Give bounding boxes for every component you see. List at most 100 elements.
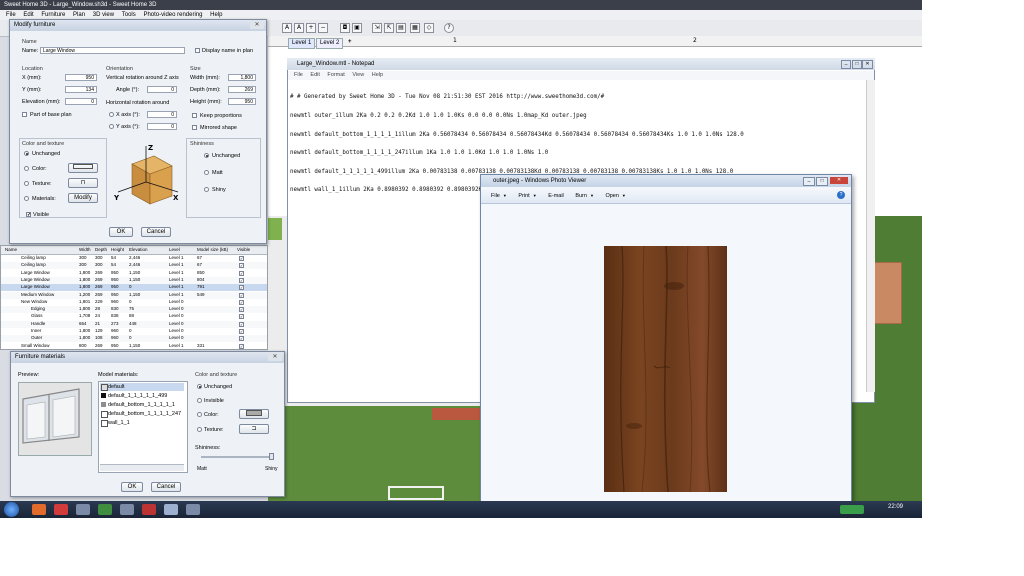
color-radio[interactable] [197,412,202,417]
pv-menu-open[interactable]: Open [605,193,618,199]
orientation-preview[interactable]: Z X Y [110,142,182,214]
width-input[interactable]: 1,800 [228,74,256,81]
notepad-menu-file[interactable]: File [294,72,303,78]
menu-tools[interactable]: Tools [122,12,136,18]
3d-navigation-control[interactable] [268,218,282,240]
visible-checkbox[interactable]: ✓ [239,270,244,276]
firefox-icon[interactable] [32,504,46,515]
zoom-out-icon[interactable]: − [318,23,328,33]
app-icon[interactable] [54,504,68,515]
maximize-icon[interactable]: □ [852,60,862,69]
list-item[interactable]: default_1_1_1_1_1_499 [108,393,167,399]
texture-radio[interactable] [24,181,29,186]
y-axis-radio[interactable] [109,124,114,129]
tag-icon[interactable]: ◇ [424,23,434,33]
table-row[interactable]: Handle 664 21 273 448 Level 0 ✓ [1,320,267,328]
visible-checkbox[interactable]: ✓ [239,321,244,327]
color-button[interactable] [68,163,98,173]
column-header[interactable]: Level [169,247,180,252]
color-button[interactable] [239,409,269,419]
texture-radio[interactable] [197,427,202,432]
visible-checkbox[interactable]: ✓ [26,212,31,218]
shininess-unchanged-radio[interactable] [204,153,209,158]
menu-file[interactable]: File [6,12,16,18]
menu-3d-view[interactable]: 3D view [93,12,114,18]
minimize-icon[interactable]: _ [803,177,815,186]
plugin-icon[interactable]: ▤ [396,23,406,33]
video-icon[interactable]: ▣ [352,23,362,33]
display-name-checkbox[interactable] [195,48,200,53]
notepad-menu-format[interactable]: Format [327,72,344,78]
menu-rendering[interactable]: Photo-video rendering [143,12,202,18]
folder-icon[interactable] [76,504,90,515]
visible-checkbox[interactable]: ✓ [239,336,244,342]
maximize-icon[interactable]: □ [816,177,828,186]
ok-button[interactable]: OK [121,482,143,492]
x-axis-input[interactable]: 0 [147,111,177,118]
table-row[interactable]: Outer 1,800 108 960 0 Level 0 ✓ [1,335,267,343]
table-row[interactable]: Glass 1,708 24 838 88 Level 0 ✓ [1,313,267,320]
text-style-button[interactable]: A [282,23,292,33]
table-row[interactable]: Large Window 1,800 269 950 1,150 Level 1 850 ✓ [1,270,267,277]
close-icon[interactable]: ✕ [250,21,264,29]
app-icon[interactable] [142,504,156,515]
menu-edit[interactable]: Edit [23,12,33,18]
help-icon[interactable]: ? [837,191,845,199]
list-item[interactable]: wall_1_1 [108,420,130,426]
height-input[interactable]: 950 [228,98,256,105]
shininess-slider[interactable] [201,456,273,458]
visible-checkbox[interactable]: ✓ [239,314,244,320]
column-header[interactable]: Elevation [129,247,148,252]
table-row[interactable]: Large Window 1,800 269 950 1,150 Level 1 804 ✓ [1,276,267,284]
table-row[interactable]: Small Window 800 269 950 1,150 Level 1 331 ✓ [1,343,267,350]
table-row[interactable]: Medium Window 1,200 269 950 1,150 Level 1 549 ✓ [1,291,267,299]
visible-checkbox[interactable]: ✓ [239,277,244,283]
color-radio[interactable] [24,166,29,171]
notepad-scrollbar[interactable] [866,80,875,392]
x-axis-radio[interactable] [109,112,114,117]
notepad-menu-view[interactable]: View [352,72,364,78]
depth-input[interactable]: 269 [228,86,256,93]
y-input[interactable]: 134 [65,86,97,93]
table-row[interactable]: Ceiling lamp 300 300 54 2,446 Level 1 67 ✓ [1,262,267,270]
close-icon[interactable]: ✕ [862,60,873,69]
tab-level-1[interactable]: Level 1 [288,38,316,49]
table-row[interactable]: New Window 1,801 229 960 0 Level 0 ✓ [1,299,267,306]
ok-button[interactable]: OK [109,227,133,237]
app-icon[interactable] [98,504,112,515]
material-preview[interactable] [18,382,92,456]
visible-checkbox[interactable]: ✓ [239,299,244,305]
column-header[interactable]: Name [5,247,17,252]
modify-materials-button[interactable]: Modify [68,193,98,203]
table-row[interactable]: Inner 1,800 129 960 0 Level 0 ✓ [1,328,267,335]
materials-radio[interactable] [24,196,29,201]
pv-menu-file[interactable]: File [491,193,500,199]
elevation-input[interactable]: 0 [65,98,97,105]
menu-furniture[interactable]: Furniture [41,12,65,18]
visible-checkbox[interactable]: ✓ [239,285,244,291]
start-button[interactable] [4,502,19,517]
tool-icon[interactable]: ▦ [410,23,420,33]
list-item[interactable]: default_bottom_1_1_1_1_1 [108,402,175,408]
app-icon[interactable] [120,504,134,515]
texture-button[interactable]: ⊓ [68,178,98,188]
pv-menu-print[interactable]: Print [518,193,529,199]
menu-plan[interactable]: Plan [73,12,85,18]
close-icon[interactable]: ✕ [268,353,282,361]
visible-checkbox[interactable]: ✓ [239,307,244,313]
shininess-slider-thumb[interactable] [269,453,274,460]
angle-input[interactable]: 0 [147,86,177,93]
horizontal-scrollbar[interactable] [100,464,184,471]
furniture-list[interactable]: Name Width Depth Height Elevation Level Model … [0,245,268,350]
text-style-button[interactable]: A [294,23,304,33]
column-header[interactable]: Width [79,247,91,252]
pv-menu-email[interactable]: E-mail [548,193,564,199]
add-level-button[interactable]: + [345,38,355,47]
minimize-icon[interactable]: _ [841,60,851,69]
list-item[interactable]: default [108,384,125,390]
base-plan-checkbox[interactable] [22,112,27,117]
x-input[interactable]: 950 [65,74,97,81]
column-header[interactable]: Model size (kB) [197,247,228,252]
tray-icons[interactable] [840,505,864,514]
visible-checkbox[interactable]: ✓ [239,256,244,261]
